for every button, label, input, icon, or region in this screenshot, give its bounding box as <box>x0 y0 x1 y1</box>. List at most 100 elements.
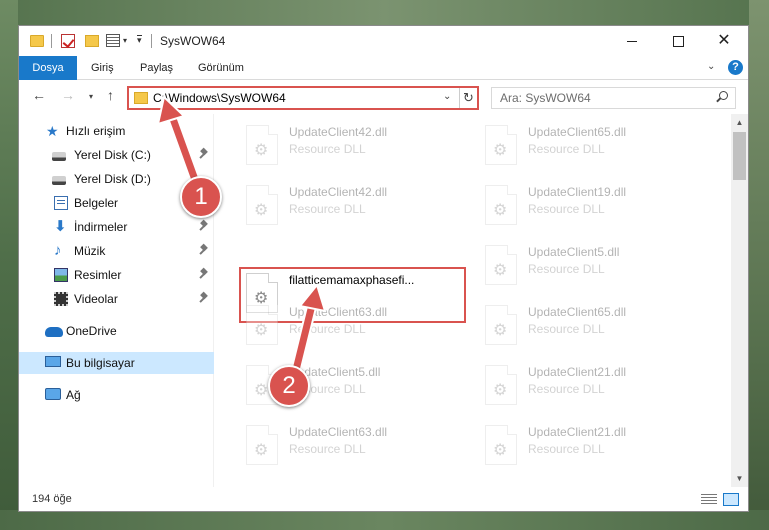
cloud-icon <box>45 327 63 337</box>
list-item[interactable]: UpdateClient42.dll Resource DLL <box>239 181 464 231</box>
sidebar-item-downloads[interactable]: ⬇ İndirmeler <box>19 216 214 238</box>
list-item[interactable]: UpdateClient65.dll Resource DLL <box>478 121 703 171</box>
list-item[interactable]: UpdateClient63.dll Resource DLL <box>239 301 464 351</box>
navigation-bar: ← → ▾ ↑ C:\Windows\SysWOW64 ⌄ ↻ Ara: Sys… <box>19 81 748 113</box>
dll-file-icon <box>485 425 517 465</box>
disk-icon <box>52 176 66 185</box>
item-count: 194 öğe <box>32 493 72 505</box>
documents-icon <box>54 196 68 210</box>
dll-file-icon <box>485 365 517 405</box>
dll-file-icon <box>246 425 278 465</box>
tab-file[interactable]: Dosya <box>19 56 77 80</box>
file-type: Resource DLL <box>289 442 366 456</box>
step-badge-1: 1 <box>180 176 222 218</box>
customize-toolbar-icon[interactable]: ▾ <box>137 35 142 51</box>
recent-locations-icon[interactable]: ▾ <box>89 92 93 101</box>
list-item[interactable]: UpdateClient5.dll Resource DLL <box>478 241 703 291</box>
file-name: UpdateClient21.dll <box>528 425 627 439</box>
file-name: UpdateClient65.dll <box>528 305 627 319</box>
pin-icon[interactable] <box>199 149 208 160</box>
file-name: UpdateClient63.dll <box>289 425 388 439</box>
sidebar-item-label: Bu bilgisayar <box>66 356 135 370</box>
download-icon: ⬇ <box>54 218 67 235</box>
sidebar-item-label: Yerel Disk (C:) <box>74 148 151 162</box>
tab-view[interactable]: Görünüm <box>189 56 253 80</box>
dll-file-icon <box>485 305 517 345</box>
dll-file-icon <box>485 125 517 165</box>
sidebar-item-label: Videolar <box>74 292 118 306</box>
sidebar-item-label: OneDrive <box>66 324 117 338</box>
properties-check-icon[interactable] <box>61 34 75 48</box>
chevron-down-icon[interactable]: ⌄ <box>443 91 451 102</box>
chevron-down-icon[interactable]: ▾ <box>123 36 127 52</box>
help-icon[interactable]: ? <box>728 60 743 75</box>
computer-icon <box>45 356 61 367</box>
tab-share[interactable]: Paylaş <box>131 56 182 80</box>
address-bar[interactable]: C:\Windows\SysWOW64 ⌄ ↻ <box>127 86 479 110</box>
forward-button[interactable]: → <box>61 87 75 103</box>
file-type: Resource DLL <box>528 262 605 276</box>
details-view-icon[interactable] <box>701 494 717 506</box>
title-bar: ▾ ▾ SysWOW64 ✕ <box>19 26 748 56</box>
sidebar-item-label: Resimler <box>74 268 122 282</box>
sidebar-item-videos[interactable]: Videolar <box>19 288 214 310</box>
list-item[interactable]: UpdateClient21.dll Resource DLL <box>478 421 703 471</box>
file-name: UpdateClient21.dll <box>528 365 627 379</box>
list-item[interactable]: UpdateClient21.dll Resource DLL <box>478 361 703 411</box>
maximize-button[interactable] <box>655 26 701 56</box>
ribbon-tabs: Dosya Giriş Paylaş Görünüm ⌄ ? <box>19 56 748 80</box>
sidebar-item-music[interactable]: ♪ Müzik <box>19 240 214 262</box>
sidebar-item-label: Müzik <box>74 244 106 258</box>
file-type: Resource DLL <box>528 142 605 156</box>
back-button[interactable]: ← <box>32 87 46 103</box>
list-item[interactable]: UpdateClient63.dll Resource DLL <box>239 421 464 471</box>
sidebar-item-label: Belgeler <box>74 196 119 210</box>
sidebar-item-network[interactable]: Ağ <box>19 384 214 406</box>
list-item[interactable]: UpdateClient42.dll Resource DLL <box>239 121 464 171</box>
refresh-button[interactable]: ↻ <box>459 88 477 108</box>
sidebar-item-local-disk-c[interactable]: Yerel Disk (C:) <box>19 144 214 166</box>
file-type: Resource DLL <box>528 442 605 456</box>
file-name: UpdateClient19.dll <box>528 185 627 199</box>
vertical-scrollbar[interactable]: ▲ ▼ <box>731 114 748 487</box>
pin-icon[interactable] <box>199 293 208 304</box>
scroll-up-icon[interactable]: ▲ <box>731 114 748 131</box>
explorer-window: ▾ ▾ SysWOW64 ✕ Dosya Giriş Paylaş Görünü… <box>18 25 749 512</box>
minimize-button[interactable] <box>609 26 655 56</box>
status-bar: 194 öğe <box>19 489 748 511</box>
sidebar-item-label: Hızlı erişim <box>66 124 126 138</box>
large-icons-view-icon[interactable] <box>723 493 739 506</box>
expand-ribbon-icon[interactable]: ⌄ <box>707 61 715 72</box>
tab-home[interactable]: Giriş <box>82 56 123 80</box>
file-type: Resource DLL <box>289 322 366 336</box>
pin-icon[interactable] <box>199 221 208 232</box>
sidebar-item-this-pc[interactable]: Bu bilgisayar <box>19 352 214 374</box>
address-path[interactable]: C:\Windows\SysWOW64 <box>153 91 286 105</box>
dll-file-icon <box>246 125 278 165</box>
search-input[interactable]: Ara: SysWOW64 <box>491 87 736 109</box>
pin-icon[interactable] <box>199 269 208 280</box>
scroll-down-icon[interactable]: ▼ <box>731 470 748 487</box>
scroll-thumb[interactable] <box>733 132 746 180</box>
search-placeholder: Ara: SysWOW64 <box>500 91 591 105</box>
file-name: UpdateClient63.dll <box>289 305 388 319</box>
file-type: Resource DLL <box>528 382 605 396</box>
sidebar-item-onedrive[interactable]: OneDrive <box>19 320 214 342</box>
list-item[interactable]: UpdateClient19.dll Resource DLL <box>478 181 703 231</box>
list-item[interactable]: UpdateClient65.dll Resource DLL <box>478 301 703 351</box>
rename-icon[interactable] <box>106 34 120 47</box>
folder-icon[interactable] <box>30 35 44 47</box>
folder-icon <box>134 92 148 104</box>
file-type: Resource DLL <box>289 202 366 216</box>
new-folder-icon[interactable] <box>85 35 99 47</box>
close-button[interactable]: ✕ <box>701 26 747 56</box>
sidebar-item-label: Yerel Disk (D:) <box>74 172 151 186</box>
window-title: SysWOW64 <box>160 34 226 48</box>
pin-icon[interactable] <box>199 245 208 256</box>
search-icon[interactable] <box>716 91 728 102</box>
up-button[interactable]: ↑ <box>107 87 114 103</box>
sidebar-item-pictures[interactable]: Resimler <box>19 264 214 286</box>
sidebar-item-quick-access[interactable]: ★ Hızlı erişim <box>19 120 214 142</box>
file-type: Resource DLL <box>528 202 605 216</box>
dll-file-icon <box>485 245 517 285</box>
